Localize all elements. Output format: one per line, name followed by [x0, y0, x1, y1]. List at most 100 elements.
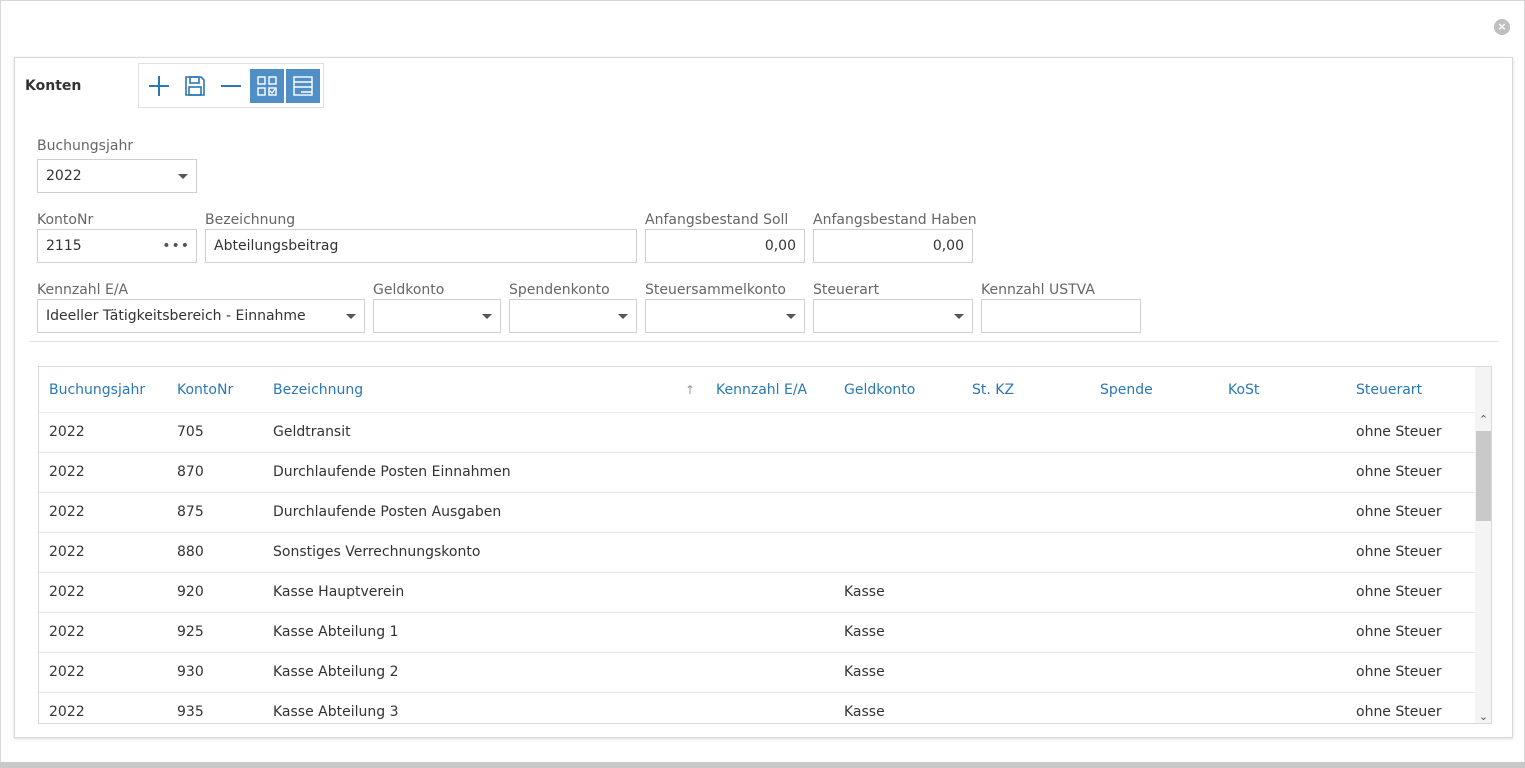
cell-kontonr: 935	[177, 704, 204, 720]
steuerart-select[interactable]	[813, 299, 973, 333]
cell-buchungsjahr: 2022	[49, 464, 85, 480]
plus-icon	[149, 76, 169, 96]
table-row[interactable]: 2022 870 Durchlaufende Posten Einnahmen …	[39, 453, 1475, 493]
cell-steuerart: ohne Steuer	[1356, 624, 1442, 640]
col-geldkonto[interactable]: Geldkonto	[844, 382, 915, 398]
kennzahl-ea-select[interactable]: Ideeller Tätigkeitsbereich - Einnahme	[37, 299, 365, 333]
steuersammelkonto-select[interactable]	[645, 299, 805, 333]
chevron-down-icon	[178, 174, 188, 179]
cell-geldkonto: Kasse	[844, 584, 885, 600]
panel-title: Konten	[25, 78, 82, 94]
col-bezeichnung[interactable]: Bezeichnung	[273, 382, 363, 398]
minus-icon	[221, 85, 241, 87]
toolbar	[138, 63, 324, 108]
cell-steuerart: ohne Steuer	[1356, 504, 1442, 520]
cell-geldkonto: Kasse	[844, 704, 885, 720]
anfangsbestand-haben-input[interactable]: 0,00	[813, 229, 973, 263]
cell-steuerart: ohne Steuer	[1356, 544, 1442, 560]
more-icon[interactable]: •••	[162, 230, 190, 262]
chevron-down-icon	[618, 314, 628, 319]
cell-buchungsjahr: 2022	[49, 504, 85, 520]
cell-steuerart: ohne Steuer	[1356, 664, 1442, 680]
table-row[interactable]: 2022 925 Kasse Abteilung 1 Kasse ohne St…	[39, 613, 1475, 653]
kennzahl-ea-value: Ideeller Tätigkeitsbereich - Einnahme	[46, 308, 306, 324]
table-row[interactable]: 2022 935 Kasse Abteilung 3 Kasse ohne St…	[39, 693, 1475, 723]
spendenkonto-select[interactable]	[509, 299, 637, 333]
window-bottom-edge	[0, 762, 1525, 768]
geldkonto-label: Geldkonto	[373, 282, 445, 298]
list-view-button[interactable]	[286, 69, 320, 103]
col-kost[interactable]: KoSt	[1228, 382, 1259, 398]
grid-form-icon	[257, 76, 277, 96]
scrollbar-thumb[interactable]	[1476, 431, 1491, 521]
col-kontonr[interactable]: KontoNr	[177, 382, 233, 398]
cell-buchungsjahr: 2022	[49, 584, 85, 600]
kennzahl-ea-label: Kennzahl E/A	[37, 282, 129, 298]
cell-steuerart: ohne Steuer	[1356, 584, 1442, 600]
col-spende[interactable]: Spende	[1100, 382, 1153, 398]
bezeichnung-input[interactable]: Abteilungsbeitrag	[205, 229, 637, 263]
spendenkonto-label: Spendenkonto	[509, 282, 610, 298]
kontonr-input[interactable]: 2115 •••	[37, 229, 197, 263]
col-st-kz[interactable]: St. KZ	[972, 382, 1014, 398]
dialog-window: × Konten Buchungsjahr 2022 KontoNr 2115 …	[0, 0, 1525, 768]
col-kennzahl-ea[interactable]: Kennzahl E/A	[716, 382, 807, 398]
divider	[29, 341, 1499, 342]
delete-button[interactable]	[214, 69, 248, 103]
bezeichnung-label: Bezeichnung	[205, 212, 296, 228]
cell-buchungsjahr: 2022	[49, 704, 85, 720]
cell-steuerart: ohne Steuer	[1356, 424, 1442, 440]
cell-kontonr: 870	[177, 464, 204, 480]
kennzahl-ustva-input[interactable]	[981, 299, 1141, 333]
save-button[interactable]	[178, 69, 212, 103]
kontonr-value: 2115	[46, 238, 82, 254]
save-icon	[185, 76, 205, 96]
table-row[interactable]: 2022 920 Kasse Hauptverein Kasse ohne St…	[39, 573, 1475, 613]
table-row[interactable]: 2022 705 Geldtransit ohne Steuer	[39, 413, 1475, 453]
cell-geldkonto: Kasse	[844, 624, 885, 640]
cell-bezeichnung: Sonstiges Verrechnungskonto	[273, 544, 481, 560]
close-icon[interactable]: ×	[1494, 19, 1510, 35]
buchungsjahr-select[interactable]: 2022	[37, 159, 197, 193]
cell-bezeichnung: Kasse Hauptverein	[273, 584, 405, 600]
anfangsbestand-soll-input[interactable]: 0,00	[645, 229, 805, 263]
table-header: Buchungsjahr KontoNr Bezeichnung ↑ Kennz…	[39, 367, 1475, 413]
cell-buchungsjahr: 2022	[49, 544, 85, 560]
cell-buchungsjahr: 2022	[49, 424, 85, 440]
konten-table: Buchungsjahr KontoNr Bezeichnung ↑ Kennz…	[38, 366, 1492, 724]
cell-bezeichnung: Kasse Abteilung 2	[273, 664, 399, 680]
cell-bezeichnung: Durchlaufende Posten Ausgaben	[273, 504, 502, 520]
list-view-icon	[293, 76, 313, 96]
cell-bezeichnung: Geldtransit	[273, 424, 351, 440]
sort-ascending-icon[interactable]: ↑	[685, 383, 695, 397]
chevron-up-icon[interactable]: ⌃	[1475, 413, 1491, 429]
buchungsjahr-value: 2022	[46, 168, 82, 184]
cell-kontonr: 875	[177, 504, 204, 520]
cell-kontonr: 930	[177, 664, 204, 680]
cell-bezeichnung: Kasse Abteilung 1	[273, 624, 399, 640]
col-steuerart[interactable]: Steuerart	[1356, 382, 1422, 398]
cell-steuerart: ohne Steuer	[1356, 704, 1442, 720]
cell-kontonr: 920	[177, 584, 204, 600]
cell-buchungsjahr: 2022	[49, 664, 85, 680]
anfangsbestand-haben-label: Anfangsbestand Haben	[813, 212, 977, 228]
steuersammelkonto-label: Steuersammelkonto	[645, 282, 786, 298]
table-row[interactable]: 2022 875 Durchlaufende Posten Ausgaben o…	[39, 493, 1475, 533]
kennzahl-ustva-label: Kennzahl USTVA	[981, 282, 1095, 298]
add-button[interactable]	[142, 69, 176, 103]
chevron-down-icon	[482, 314, 492, 319]
col-buchungsjahr[interactable]: Buchungsjahr	[49, 382, 145, 398]
chevron-down-icon[interactable]: ⌄	[1475, 710, 1491, 723]
steuerart-label: Steuerart	[813, 282, 880, 298]
form-view-button[interactable]	[250, 69, 284, 103]
geldkonto-select[interactable]	[373, 299, 501, 333]
cell-buchungsjahr: 2022	[49, 624, 85, 640]
chevron-down-icon	[786, 314, 796, 319]
cell-kontonr: 880	[177, 544, 204, 560]
table-row[interactable]: 2022 880 Sonstiges Verrechnungskonto ohn…	[39, 533, 1475, 573]
konten-panel: Konten Buchungsjahr 2022 KontoNr 2115 ••…	[14, 57, 1513, 738]
table-row[interactable]: 2022 930 Kasse Abteilung 2 Kasse ohne St…	[39, 653, 1475, 693]
chevron-down-icon	[346, 314, 356, 319]
cell-kontonr: 705	[177, 424, 204, 440]
cell-geldkonto: Kasse	[844, 664, 885, 680]
